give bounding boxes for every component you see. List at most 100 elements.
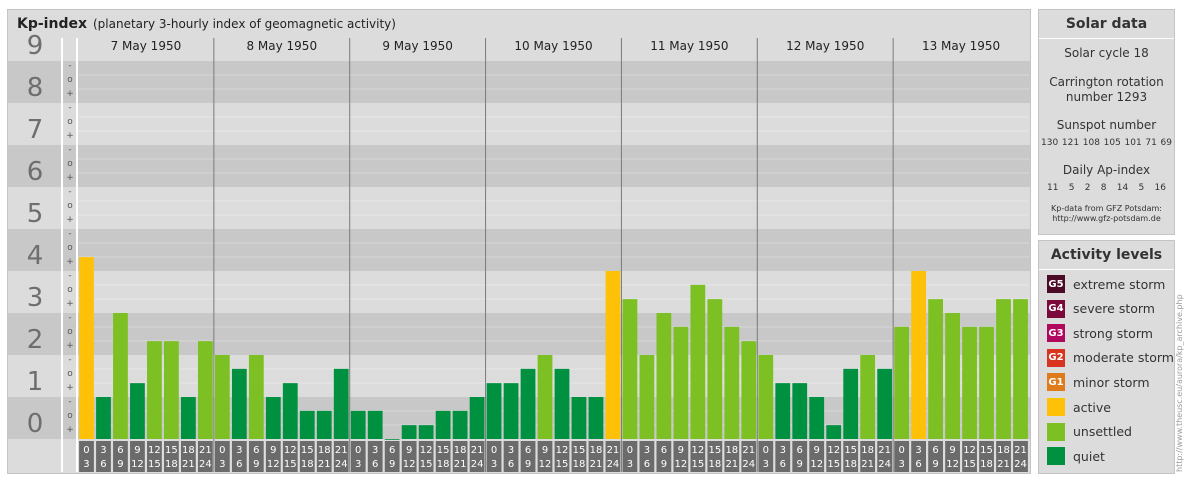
interval-end-label: 15 — [556, 459, 569, 470]
kp-bar — [809, 397, 825, 439]
kp-band — [8, 103, 1030, 145]
interval-end-label: 12 — [810, 459, 823, 470]
minor-tick-mark: o — [67, 369, 73, 379]
interval-start-label: 6 — [253, 445, 259, 456]
interval-end-label: 15 — [148, 459, 161, 470]
interval-end-label: 6 — [644, 459, 650, 470]
interval-start-label: 15 — [844, 445, 857, 456]
legend-label: quiet — [1073, 448, 1105, 464]
interval-end-label: 21 — [590, 459, 603, 470]
interval-start-label: 0 — [763, 445, 769, 456]
kp-bar — [79, 257, 94, 439]
interval-end-label: 24 — [607, 459, 620, 470]
interval-end-label: 9 — [932, 459, 938, 470]
interval-start-label: 0 — [355, 445, 361, 456]
kp-band — [8, 61, 1030, 103]
interval-end-label: 3 — [83, 459, 89, 470]
interval-start-label: 18 — [861, 445, 874, 456]
interval-start-label: 0 — [219, 445, 225, 456]
legend-swatch — [1047, 398, 1065, 416]
legend-swatch: G2 — [1047, 348, 1065, 367]
minor-tick-mark: - — [68, 397, 71, 407]
ap-index-label: Daily Ap-index — [1062, 163, 1151, 177]
day-label: 11 May 1950 — [650, 39, 728, 53]
y-tick-label: 0 — [27, 409, 44, 439]
legend-item: active — [1047, 398, 1111, 416]
interval-start-label: 3 — [644, 445, 650, 456]
minor-tick-mark: - — [68, 229, 71, 239]
kp-band — [8, 187, 1030, 229]
interval-end-label: 15 — [827, 459, 840, 470]
interval-start-label: 12 — [148, 445, 161, 456]
minor-tick-mark: - — [68, 355, 71, 365]
interval-end-label: 6 — [780, 459, 786, 470]
sunspot-label: Sunspot number — [1056, 118, 1157, 132]
legend-swatch: G3 — [1047, 324, 1065, 343]
kp-bar — [690, 284, 706, 439]
minor-tick-mark: - — [68, 271, 71, 281]
interval-end-label: 3 — [355, 459, 361, 470]
legend-swatch: G4 — [1047, 299, 1065, 318]
interval-end-label: 9 — [525, 459, 531, 470]
y-tick-label: 1 — [27, 367, 44, 397]
sunspot-value: 69 — [1160, 138, 1172, 148]
legend-item: unsettled — [1047, 422, 1132, 441]
legend-label: severe storm — [1073, 301, 1155, 317]
interval-start-label: 9 — [949, 445, 955, 456]
kp-bar — [147, 341, 162, 439]
credit-url: http://www.theusc.eu/aurora/kp_archive.p… — [1175, 294, 1184, 472]
kp-bar — [996, 299, 1011, 439]
interval-start-label: 18 — [590, 445, 603, 456]
interval-start-label: 9 — [406, 445, 412, 456]
interval-start-label: 3 — [372, 445, 378, 456]
interval-end-label: 12 — [946, 459, 959, 470]
interval-end-label: 12 — [403, 459, 416, 470]
kp-bar — [656, 313, 672, 439]
minor-tick-mark: + — [66, 425, 74, 435]
interval-start-label: 9 — [134, 445, 140, 456]
interval-start-label: 12 — [963, 445, 976, 456]
sunspot-value: 71 — [1145, 138, 1157, 148]
interval-start-label: 3 — [780, 445, 786, 456]
minor-tick-mark: o — [67, 411, 73, 421]
kp-band — [8, 229, 1030, 271]
kp-bar — [639, 355, 655, 439]
interval-end-label: 3 — [627, 459, 633, 470]
solar-data-panel: Solar data Solar cycle 18 Carrington rot… — [1038, 9, 1175, 235]
minor-tick-mark: - — [68, 103, 71, 113]
legend-swatch: G1 — [1047, 373, 1065, 392]
interval-end-label: 9 — [253, 459, 259, 470]
interval-start-label: 12 — [827, 445, 840, 456]
sunspot-value: 105 — [1103, 138, 1121, 148]
interval-end-label: 21 — [318, 459, 331, 470]
interval-end-label: 12 — [539, 459, 552, 470]
interval-start-label: 21 — [199, 445, 212, 456]
kp-bar — [826, 425, 842, 439]
interval-end-label: 15 — [963, 459, 976, 470]
kp-bar — [537, 355, 553, 439]
kp-bar — [775, 383, 791, 439]
legend-item: quiet — [1047, 447, 1105, 466]
minor-tick-mark: o — [67, 201, 73, 211]
interval-end-label: 3 — [219, 459, 225, 470]
interval-start-label: 15 — [301, 445, 314, 456]
interval-end-label: 24 — [199, 459, 212, 470]
interval-end-label: 18 — [573, 459, 586, 470]
interval-start-label: 12 — [556, 445, 569, 456]
interval-start-label: 21 — [878, 445, 891, 456]
kp-bar — [350, 410, 366, 439]
kp-bar — [282, 383, 298, 439]
interval-end-label: 21 — [182, 459, 195, 470]
interval-end-label: 24 — [878, 459, 891, 470]
interval-end-label: 21 — [725, 459, 738, 470]
kp-bar — [96, 397, 111, 439]
kp-bar — [384, 439, 400, 440]
minor-tick-mark: + — [66, 257, 74, 267]
legend-item: G2 moderate storm — [1047, 348, 1174, 367]
kp-bar — [520, 368, 536, 439]
legend-swatch — [1047, 447, 1065, 466]
interval-start-label: 15 — [573, 445, 586, 456]
interval-start-label: 6 — [932, 445, 938, 456]
interval-start-label: 12 — [284, 445, 297, 456]
kp-bar — [486, 383, 502, 439]
